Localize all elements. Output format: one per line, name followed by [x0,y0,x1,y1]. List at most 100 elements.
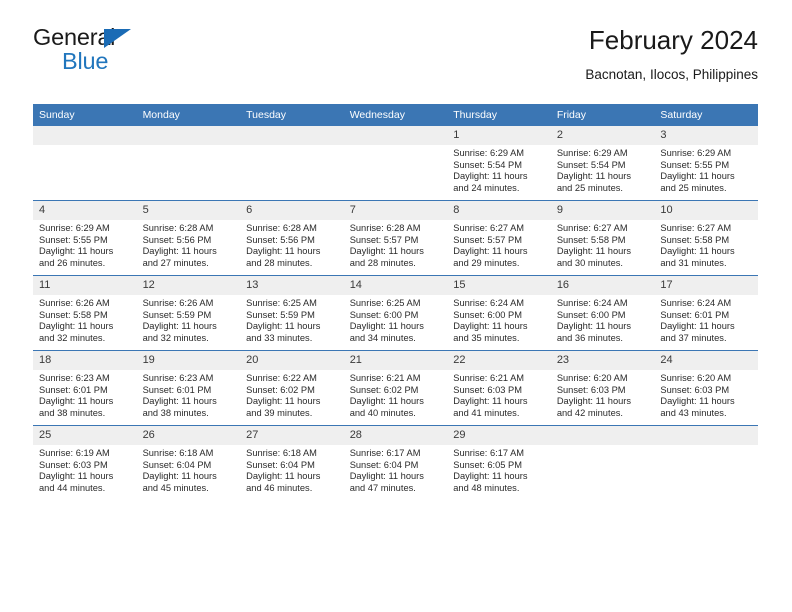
day-number: 2 [550,126,655,145]
calendar-day-cell[interactable]: 25 Sunrise: 6:19 AM Sunset: 6:03 PM Dayligh… [33,425,137,500]
calendar-week-row: 4 Sunrise: 6:29 AM Sunset: 5:55 PM Daylight… [33,200,758,276]
sunset-text: Sunset: 6:03 PM [39,459,108,470]
calendar-day-cell[interactable]: 15 Sunrise: 6:24 AM Sunset: 6:00 PM Dayligh… [447,275,551,351]
calendar-day-cell[interactable]: 13 Sunrise: 6:25 AM Sunset: 5:59 PM Dayligh… [240,275,344,351]
daylight-text: Daylight: 11 hours and 37 minutes. [660,321,735,343]
sunset-text: Sunset: 5:55 PM [39,234,108,245]
daylight-text: Daylight: 11 hours and 24 minutes. [453,171,528,193]
sunrise-text: Sunrise: 6:29 AM [556,148,628,158]
sunrise-text: Sunrise: 6:22 AM [246,373,317,383]
calendar-day-cell[interactable]: 20 Sunrise: 6:22 AM Sunset: 6:02 PM Dayligh… [240,350,344,426]
day-number: 8 [447,201,551,220]
sunrise-text: Sunrise: 6:29 AM [453,148,525,158]
sunset-text: Sunset: 6:01 PM [660,309,730,320]
day-details: Sunrise: 6:29 AM Sunset: 5:54 PM Daylight:… [551,145,655,194]
generalblue-logo[interactable]: General Blue [33,24,263,88]
calendar-day-cell[interactable]: 9 Sunrise: 6:27 AM Sunset: 5:58 PM Daylight… [550,200,655,276]
sunset-text: Sunset: 6:02 PM [349,384,419,395]
daylight-text: Daylight: 11 hours and 35 minutes. [453,321,528,343]
sunrise-text: Sunrise: 6:18 AM [142,448,214,458]
calendar-day-cell[interactable]: 3 Sunrise: 6:29 AM Sunset: 5:55 PM Daylight… [654,126,758,201]
sunset-text: Sunset: 6:04 PM [246,459,315,470]
calendar-day-cell[interactable]: 1 Sunrise: 6:29 AM Sunset: 5:54 PM Daylight… [447,126,551,201]
day-details: Sunrise: 6:25 AM Sunset: 6:00 PM Daylight:… [344,295,448,344]
calendar-day-cell[interactable]: 17 Sunrise: 6:24 AM Sunset: 6:01 PM Dayligh… [654,275,758,351]
sunset-text: Sunset: 5:57 PM [453,234,522,245]
day-number: 7 [343,201,448,220]
calendar-day-cell[interactable]: 4 Sunrise: 6:29 AM Sunset: 5:55 PM Daylight… [33,200,137,276]
weekday-header-friday: Friday [550,104,655,126]
calendar-day-cell-empty [343,126,448,201]
day-details: Sunrise: 6:19 AM Sunset: 6:03 PM Daylight:… [33,445,137,494]
daylight-text: Daylight: 11 hours and 36 minutes. [556,321,632,343]
day-details: Sunrise: 6:18 AM Sunset: 6:04 PM Daylight:… [137,445,241,494]
day-number [136,126,241,145]
day-number: 25 [33,426,137,445]
sunset-text: Sunset: 5:58 PM [660,234,730,245]
logo-text-general: General [33,24,116,50]
calendar-day-cell[interactable]: 18 Sunrise: 6:23 AM Sunset: 6:01 PM Dayligh… [33,350,137,426]
calendar-day-cell[interactable]: 29 Sunrise: 6:17 AM Sunset: 6:05 PM Dayligh… [447,425,551,500]
sunset-text: Sunset: 6:00 PM [556,309,626,320]
daylight-text: Daylight: 11 hours and 48 minutes. [453,471,528,493]
daylight-text: Daylight: 11 hours and 39 minutes. [246,396,321,418]
sunset-text: Sunset: 5:56 PM [246,234,315,245]
sunset-text: Sunset: 6:05 PM [453,459,522,470]
calendar-day-cell[interactable]: 10 Sunrise: 6:27 AM Sunset: 5:58 PM Dayligh… [654,200,758,276]
calendar-day-cell[interactable]: 21 Sunrise: 6:21 AM Sunset: 6:02 PM Dayligh… [343,350,448,426]
day-number: 21 [343,351,448,370]
day-number: 27 [240,426,344,445]
daylight-text: Daylight: 11 hours and 42 minutes. [556,396,632,418]
calendar-day-cell-empty [654,425,758,500]
day-details: Sunrise: 6:24 AM Sunset: 6:00 PM Daylight:… [551,295,655,344]
calendar-day-cell[interactable]: 19 Sunrise: 6:23 AM Sunset: 6:01 PM Dayligh… [136,350,241,426]
day-details: Sunrise: 6:17 AM Sunset: 6:05 PM Daylight:… [447,445,551,494]
day-number: 16 [550,276,655,295]
day-number: 3 [654,126,758,145]
calendar-day-cell[interactable]: 27 Sunrise: 6:18 AM Sunset: 6:04 PM Dayligh… [240,425,344,500]
day-number: 24 [654,351,758,370]
day-number: 4 [33,201,137,220]
calendar-day-cell[interactable]: 6 Sunrise: 6:28 AM Sunset: 5:56 PM Daylight… [240,200,344,276]
sunrise-text: Sunrise: 6:24 AM [660,298,732,308]
day-number: 11 [33,276,137,295]
day-details: Sunrise: 6:26 AM Sunset: 5:59 PM Daylight:… [137,295,241,344]
calendar-day-cell[interactable]: 8 Sunrise: 6:27 AM Sunset: 5:57 PM Daylight… [447,200,551,276]
day-number: 5 [136,201,241,220]
calendar-day-cell[interactable]: 16 Sunrise: 6:24 AM Sunset: 6:00 PM Dayligh… [550,275,655,351]
calendar-day-cell[interactable]: 11 Sunrise: 6:26 AM Sunset: 5:58 PM Dayligh… [33,275,137,351]
day-number: 29 [447,426,551,445]
page-header: General Blue February 2024 Bacnotan, Ilo… [33,24,758,98]
sunset-text: Sunset: 5:59 PM [246,309,315,320]
calendar-day-cell[interactable]: 26 Sunrise: 6:18 AM Sunset: 6:04 PM Dayligh… [136,425,241,500]
day-details: Sunrise: 6:21 AM Sunset: 6:03 PM Daylight:… [447,370,551,419]
calendar-day-cell[interactable]: 5 Sunrise: 6:28 AM Sunset: 5:56 PM Daylight… [136,200,241,276]
calendar-day-cell[interactable]: 12 Sunrise: 6:26 AM Sunset: 5:59 PM Dayligh… [136,275,241,351]
calendar-day-cell-empty [136,126,241,201]
calendar-day-cell[interactable]: 14 Sunrise: 6:25 AM Sunset: 6:00 PM Dayligh… [343,275,448,351]
sunset-text: Sunset: 5:59 PM [142,309,212,320]
sunrise-text: Sunrise: 6:25 AM [349,298,421,308]
sunrise-text: Sunrise: 6:24 AM [453,298,525,308]
daylight-text: Daylight: 11 hours and 46 minutes. [246,471,321,493]
daylight-text: Daylight: 11 hours and 25 minutes. [556,171,632,193]
daylight-text: Daylight: 11 hours and 31 minutes. [660,246,735,268]
weekday-header-monday: Monday [136,104,241,126]
day-details: Sunrise: 6:28 AM Sunset: 5:57 PM Daylight:… [344,220,448,269]
calendar-day-cell[interactable]: 22 Sunrise: 6:21 AM Sunset: 6:03 PM Dayligh… [447,350,551,426]
calendar-day-cell[interactable]: 28 Sunrise: 6:17 AM Sunset: 6:04 PM Dayligh… [343,425,448,500]
calendar-day-cell[interactable]: 2 Sunrise: 6:29 AM Sunset: 5:54 PM Daylight… [550,126,655,201]
calendar-day-cell[interactable]: 23 Sunrise: 6:20 AM Sunset: 6:03 PM Dayligh… [550,350,655,426]
daylight-text: Daylight: 11 hours and 38 minutes. [142,396,217,418]
day-details: Sunrise: 6:24 AM Sunset: 6:00 PM Daylight:… [447,295,551,344]
calendar-header-row-group: Sunday Monday Tuesday Wednesday Thursday… [33,104,758,126]
calendar-day-cell[interactable]: 24 Sunrise: 6:20 AM Sunset: 6:03 PM Dayligh… [654,350,758,426]
calendar-day-cell[interactable]: 7 Sunrise: 6:28 AM Sunset: 5:57 PM Daylight… [343,200,448,276]
day-details: Sunrise: 6:26 AM Sunset: 5:58 PM Daylight:… [33,295,137,344]
sunrise-text: Sunrise: 6:29 AM [660,148,732,158]
sunset-text: Sunset: 6:04 PM [349,459,419,470]
sunset-text: Sunset: 5:55 PM [660,159,730,170]
sunset-text: Sunset: 5:57 PM [349,234,419,245]
calendar-week-row: 18 Sunrise: 6:23 AM Sunset: 6:01 PM Dayligh… [33,350,758,426]
day-number: 1 [447,126,551,145]
